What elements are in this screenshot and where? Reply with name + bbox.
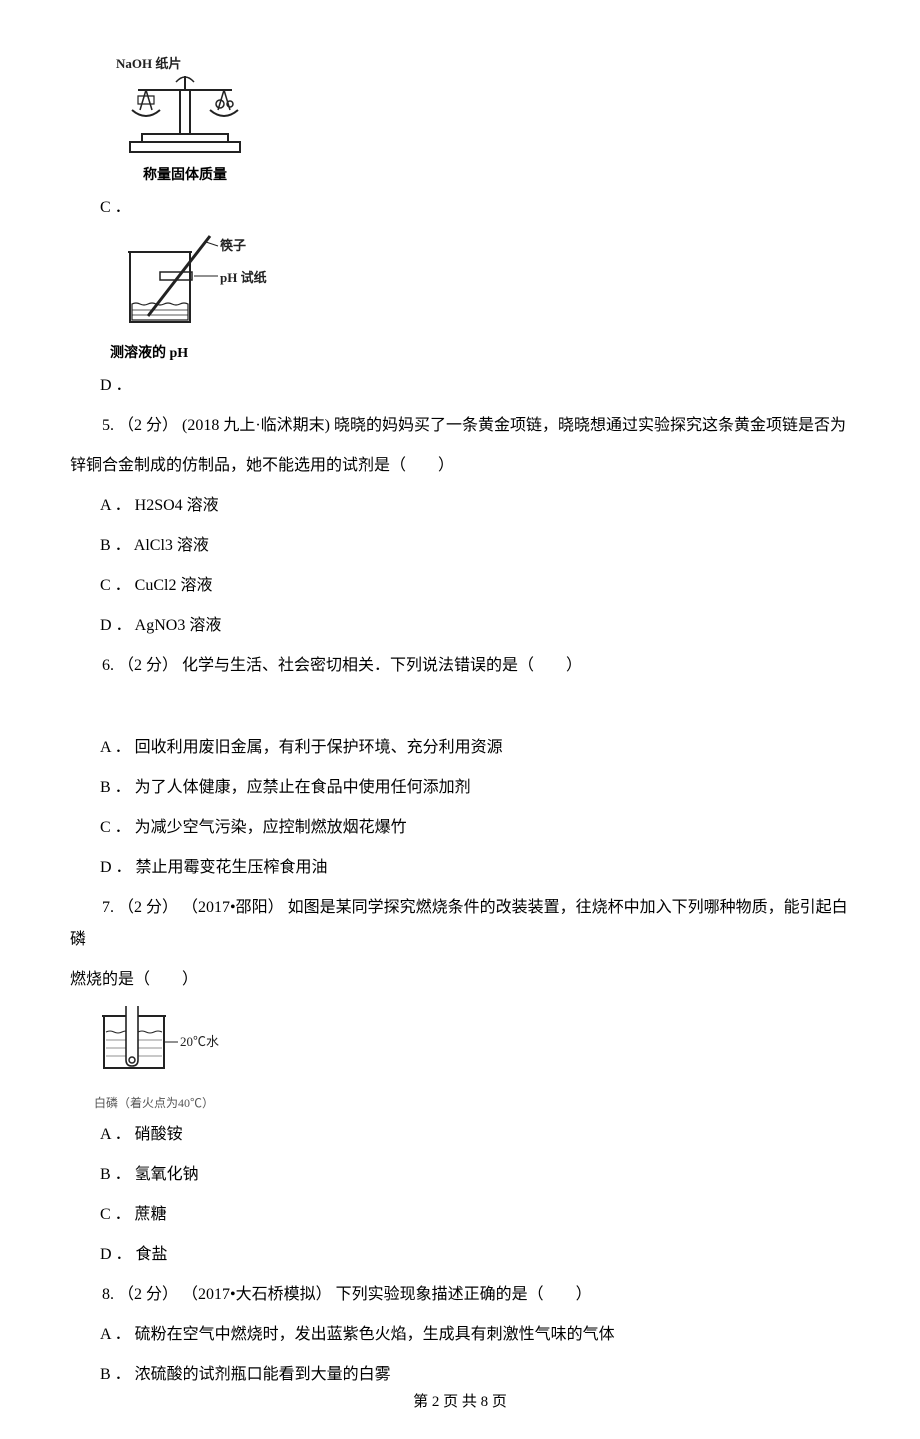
figure-7-baiphos-label: 白磷（着火点为40℃） — [94, 1094, 234, 1111]
q6-option-d: D ． 禁止用霉变花生压榨食用油 — [100, 852, 850, 884]
q8-option-a: A ． 硫粉在空气中燃烧时，发出蓝紫色火焰，生成具有刺激性气味的气体 — [100, 1319, 850, 1351]
figure-c-image: NaOH 纸片 称量固体质量 — [110, 54, 260, 184]
q7-stem-line2: 燃烧的是（ ） — [70, 964, 850, 996]
q5-option-d: D ． AgNO3 溶液 — [100, 610, 850, 642]
figure-c-caption: 称量固体质量 — [110, 164, 260, 184]
q6-stem: 6. （2 分） 化学与生活、社会密切相关．下列说法错误的是（ ） — [70, 650, 850, 682]
q5-option-c: C ． CuCl2 溶液 — [100, 570, 850, 602]
figure-c-naoh-label: NaOH 纸片 — [116, 56, 181, 71]
q7-option-d: D ． 食盐 — [100, 1239, 850, 1271]
q7-option-c: C ． 蔗糖 — [100, 1199, 850, 1231]
q7-option-a: A ． 硝酸铵 — [100, 1119, 850, 1151]
q5-option-a: A ． H2SO4 溶液 — [100, 490, 850, 522]
figure-7-temp-label: 20℃水 — [180, 1034, 219, 1049]
option-c-letter: C ． — [100, 199, 131, 216]
option-d-label-line: D ． — [100, 370, 850, 402]
q5-stem-line1: 5. （2 分） (2018 九上·临沭期末) 晓晓的妈妈买了一条黄金项链，晓晓… — [70, 410, 850, 442]
q8-option-b: B ． 浓硫酸的试剂瓶口能看到大量的白雾 — [100, 1359, 850, 1391]
q6-option-c: C ． 为减少空气污染，应控制燃放烟花爆竹 — [100, 812, 850, 844]
figure-c-block: NaOH 纸片 称量固体质量 — [110, 54, 850, 184]
q6-option-a: A ． 回收利用废旧金属，有利于保护环境、充分利用资源 — [100, 732, 850, 764]
figure-d-caption: 测溶液的 pH — [110, 342, 270, 362]
figure-d-paper-label: pH 试纸 — [220, 270, 267, 285]
q7-option-b: B ． 氢氧化钠 — [100, 1159, 850, 1191]
q5-stem-line2: 锌铜合金制成的仿制品，她不能选用的试剂是（ ） — [70, 450, 850, 482]
option-c-label-line: C ． — [100, 192, 850, 224]
q6-option-b: B ． 为了人体健康，应禁止在食品中使用任何添加剂 — [100, 772, 850, 804]
option-d-letter: D ． — [100, 377, 132, 394]
figure-7-block: 20℃水 白磷（着火点为40℃） — [94, 1004, 234, 1111]
q8-stem: 8. （2 分） （2017•大石桥模拟） 下列实验现象描述正确的是（ ） — [70, 1279, 850, 1311]
figure-d-chopstick-label: 筷子 — [220, 238, 246, 253]
q5-option-b: B ． AlCl3 溶液 — [100, 530, 850, 562]
spacer — [70, 690, 850, 724]
page-footer: 第 2 页 共 8 页 — [0, 1390, 920, 1411]
q7-stem-line1: 7. （2 分） （2017•邵阳） 如图是某同学探究燃烧条件的改装装置，往烧杯… — [70, 892, 850, 956]
figure-d-block: 筷子 pH 试纸 测溶液的 pH — [110, 232, 850, 362]
figure-d-image: 筷子 pH 试纸 测溶液的 pH — [110, 232, 270, 362]
